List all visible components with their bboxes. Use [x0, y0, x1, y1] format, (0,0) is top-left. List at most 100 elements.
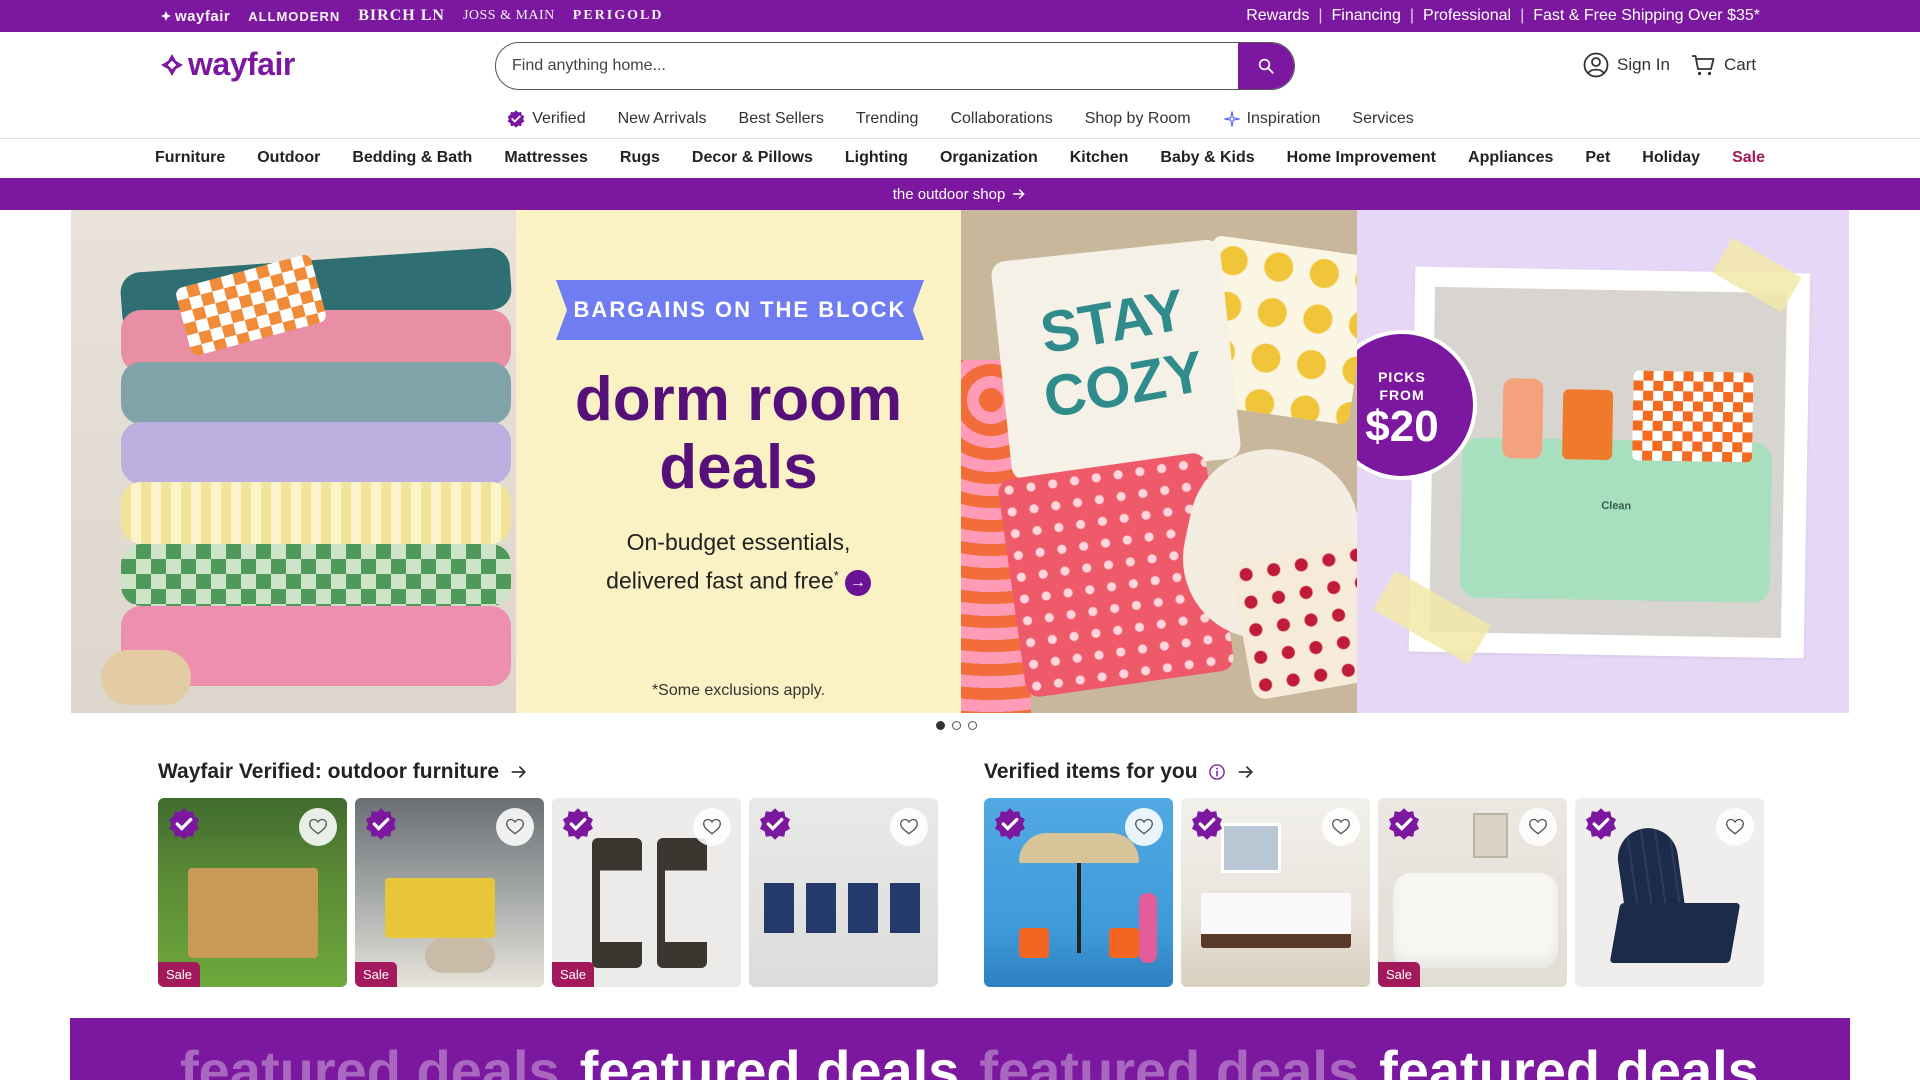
hero-banner[interactable]: BARGAINS ON THE BLOCK dorm room deals On… — [71, 210, 1849, 713]
plant-image — [1139, 893, 1157, 963]
brand-link-allmodern[interactable]: ALLMODERN — [248, 9, 340, 24]
bath-brush-image — [101, 650, 191, 705]
category-pet[interactable]: Pet — [1585, 149, 1610, 167]
bed-mattress-image — [1201, 893, 1351, 948]
favorite-button[interactable] — [1322, 808, 1360, 846]
sign-in-button[interactable]: Sign In — [1583, 52, 1670, 78]
category-outdoor[interactable]: Outdoor — [257, 149, 320, 167]
category-lighting[interactable]: Lighting — [845, 149, 908, 167]
category-mattresses[interactable]: Mattresses — [504, 149, 588, 167]
favorite-button[interactable] — [1519, 808, 1557, 846]
sign-in-label: Sign In — [1617, 55, 1670, 74]
category-decor-pillows[interactable]: Decor & Pillows — [692, 149, 813, 167]
sale-badge: Sale — [158, 962, 201, 987]
hero-title-line2: deals — [659, 433, 818, 502]
basket-clean-text: Clean — [1601, 499, 1632, 513]
hero-title: dorm room deals — [516, 366, 961, 502]
product-card-adirondack-chair[interactable] — [1575, 798, 1764, 987]
picks-label-line1: PICKS — [1378, 369, 1426, 385]
brand-link-birch[interactable]: BIRCH LN — [358, 7, 445, 25]
subnav-verified-label: Verified — [532, 110, 586, 127]
bargains-ribbon: BARGAINS ON THE BLOCK — [556, 280, 924, 340]
hero-sub-line1: On-budget essentials, — [626, 529, 851, 555]
product-card-patio-set[interactable] — [984, 798, 1173, 987]
verified-outdoor-heading[interactable]: Wayfair Verified: outdoor furniture — [158, 760, 529, 784]
verified-badge-icon — [366, 808, 396, 840]
subnav-new-arrivals[interactable]: New Arrivals — [618, 110, 707, 128]
featured-deals-marquee: featured deals featured deals featured d… — [180, 1038, 1759, 1080]
financing-link[interactable]: Financing — [1331, 7, 1400, 25]
favorite-button[interactable] — [496, 808, 534, 846]
info-icon[interactable] — [1208, 763, 1226, 781]
search-input[interactable] — [496, 43, 1238, 89]
subnav-collaborations[interactable]: Collaborations — [950, 110, 1052, 128]
category-home-improvement[interactable]: Home Improvement — [1287, 149, 1436, 167]
product-card-patio-chairs[interactable] — [749, 798, 938, 987]
wayfair-logo[interactable]: wayfair — [160, 46, 295, 83]
picks-label: PICKS FROM — [1357, 368, 1473, 404]
subnav-trending[interactable]: Trending — [856, 110, 919, 128]
category-baby-kids[interactable]: Baby & Kids — [1160, 149, 1254, 167]
favorite-button[interactable] — [299, 808, 337, 846]
category-furniture[interactable]: Furniture — [155, 149, 225, 167]
basket-photo-frame: Clean — [1408, 266, 1811, 659]
verified-badge-icon — [169, 808, 199, 840]
heart-icon — [505, 818, 525, 835]
brand-link-perigold[interactable]: PERIGOLD — [573, 8, 664, 24]
favorite-button[interactable] — [1125, 808, 1163, 846]
category-sale[interactable]: Sale — [1732, 149, 1765, 167]
carousel-dot-2[interactable] — [952, 721, 961, 730]
professional-link[interactable]: Professional — [1423, 7, 1511, 25]
hero-footnote: *Some exclusions apply. — [651, 682, 826, 699]
hero-subtitle: On-budget essentials, delivered fast and… — [516, 526, 961, 598]
search-button[interactable] — [1238, 43, 1294, 89]
rewards-link[interactable]: Rewards — [1246, 7, 1309, 25]
favorite-button[interactable] — [693, 808, 731, 846]
towel-stack-item — [121, 544, 511, 606]
bar-stool-image — [657, 838, 707, 968]
category-appliances[interactable]: Appliances — [1468, 149, 1553, 167]
product-card-bed-frame[interactable] — [1181, 798, 1370, 987]
verified-badge-icon — [1586, 808, 1616, 840]
subnav-verified[interactable]: Verified — [506, 109, 586, 129]
favorite-button[interactable] — [890, 808, 928, 846]
heart-icon — [1331, 818, 1351, 835]
category-kitchen[interactable]: Kitchen — [1070, 149, 1129, 167]
patio-chairs-image — [764, 883, 924, 933]
category-rugs[interactable]: Rugs — [620, 149, 660, 167]
featured-deals-text: featured deals — [979, 1039, 1360, 1080]
product-card-comforter[interactable]: Sale — [1378, 798, 1567, 987]
shipping-link[interactable]: Fast & Free Shipping Over $35* — [1533, 7, 1760, 25]
product-card-bar-stools[interactable]: Sale — [552, 798, 741, 987]
product-card-yellow-bench[interactable]: Sale — [355, 798, 544, 987]
brand-link-joss[interactable]: JOSS & MAIN — [463, 8, 555, 24]
hero-arrow-icon[interactable]: → — [844, 569, 871, 596]
hero-towels-image — [71, 210, 516, 713]
hero-text-panel: BARGAINS ON THE BLOCK dorm room deals On… — [516, 210, 961, 713]
brand-link-wayfair[interactable]: wayfair — [160, 8, 230, 25]
subnav-services[interactable]: Services — [1352, 110, 1413, 128]
cart-button[interactable]: Cart — [1690, 52, 1756, 78]
cart-label: Cart — [1724, 55, 1757, 74]
verified-items-heading[interactable]: Verified items for you — [984, 760, 1256, 784]
subnav-inspiration[interactable]: Inspiration — [1223, 110, 1320, 128]
category-organization[interactable]: Organization — [940, 149, 1038, 167]
arrow-right-icon — [1238, 766, 1253, 778]
bar-stool-image — [592, 838, 642, 968]
favorite-button[interactable] — [1716, 808, 1754, 846]
category-nav: Furniture Outdoor Bedding & Bath Mattres… — [0, 139, 1920, 177]
account-icon — [1583, 52, 1609, 78]
white-comforter-image — [1393, 873, 1558, 968]
green-basket-image: Clean — [1459, 437, 1773, 603]
carousel-dot-1[interactable] — [936, 721, 945, 730]
wall-art-image — [1221, 823, 1281, 873]
category-bedding-bath[interactable]: Bedding & Bath — [352, 149, 472, 167]
top-link-separator: | — [1318, 7, 1323, 24]
outdoor-shop-promo[interactable]: the outdoor shop — [0, 178, 1920, 210]
category-holiday[interactable]: Holiday — [1642, 149, 1700, 167]
product-card-bench[interactable]: Sale — [158, 798, 347, 987]
subnav-best-sellers[interactable]: Best Sellers — [739, 110, 824, 128]
carousel-dot-3[interactable] — [968, 721, 977, 730]
featured-deals-banner[interactable]: featured deals featured deals featured d… — [70, 1018, 1850, 1080]
subnav-shop-by-room[interactable]: Shop by Room — [1085, 110, 1191, 128]
